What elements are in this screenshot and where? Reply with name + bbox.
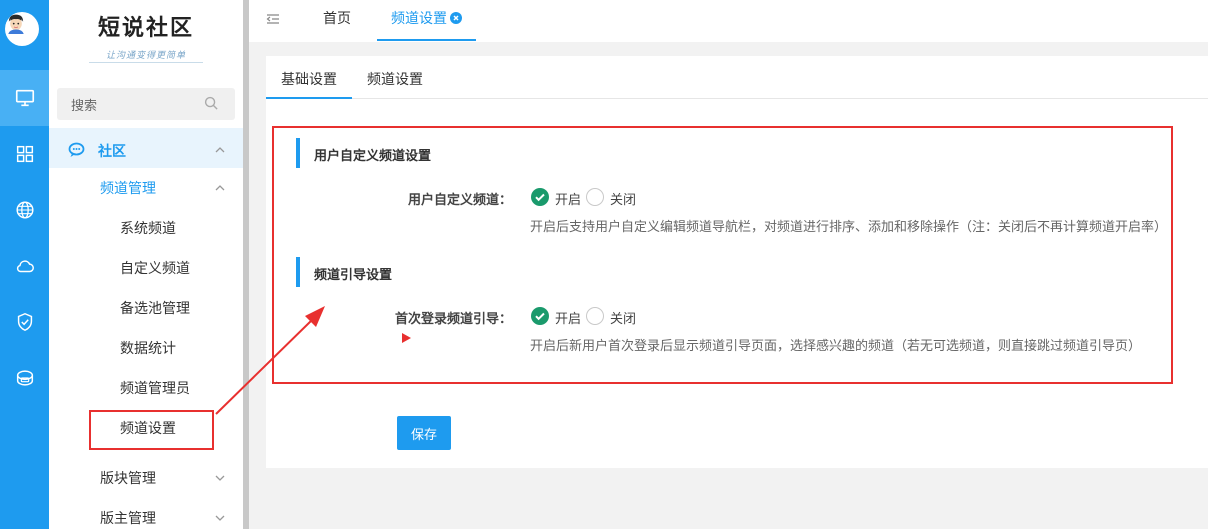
chevron-down-icon[interactable] [215, 513, 225, 523]
active-tab-indicator [377, 39, 476, 41]
sidebar-item-system-channel[interactable]: 系统频道 [120, 218, 176, 238]
field-label-custom-channel: 用户自定义频道： [407, 193, 512, 208]
check-icon [535, 312, 545, 321]
search-icon[interactable] [204, 96, 219, 111]
subtab-basic-settings[interactable]: 基础设置 [281, 69, 337, 89]
subtab-channel-settings[interactable]: 频道设置 [367, 69, 423, 89]
logo: 短说社区 让沟通变得更简单 [49, 10, 243, 63]
sidebar-scrollbar[interactable] [243, 0, 249, 529]
cloud-icon [16, 260, 34, 273]
radio-label-off: 关闭 [610, 312, 637, 327]
rail-cloud[interactable] [0, 238, 49, 294]
sidebar-item-channel-settings[interactable]: 频道设置 [120, 418, 176, 438]
database-icon [16, 370, 33, 386]
chevron-up-icon[interactable] [215, 183, 225, 193]
sidebar-item-custom-channel[interactable]: 自定义频道 [120, 258, 190, 278]
radio-custom-channel-off[interactable] [586, 188, 604, 206]
rail-shield[interactable] [0, 294, 49, 350]
chevron-up-icon[interactable] [215, 145, 225, 155]
menu-group-community[interactable]: 社区 [98, 141, 126, 161]
sidebar-item-candidate-pool[interactable]: 备选池管理 [120, 298, 190, 318]
chat-icon [68, 142, 85, 157]
avatar[interactable] [5, 12, 39, 46]
radio-guide-off[interactable] [586, 307, 604, 325]
search-input[interactable]: 搜索 [57, 88, 235, 120]
menu-board-management[interactable]: 版块管理 [100, 468, 156, 488]
globe-icon [15, 201, 34, 219]
tab-channel-settings[interactable]: 频道设置 [391, 8, 462, 28]
radio-custom-channel-on[interactable] [531, 188, 549, 206]
logo-subtitle: 让沟通变得更简单 [105, 51, 186, 61]
tab-channel-settings-label: 频道设置 [391, 11, 447, 27]
logo-underline [89, 62, 203, 63]
shield-check-icon [17, 312, 32, 332]
rail-database[interactable] [0, 350, 49, 406]
section-marker [296, 138, 300, 168]
check-icon [535, 193, 545, 202]
rail-globe[interactable] [0, 182, 49, 238]
collapse-menu-icon[interactable] [265, 11, 281, 27]
sidebar-item-statistics[interactable]: 数据统计 [120, 338, 176, 358]
chevron-down-icon[interactable] [215, 473, 225, 483]
section-title-custom-channel: 用户自定义频道设置 [314, 149, 432, 164]
sidebar: 短说社区 让沟通变得更简单 搜索 社区 频道管理 系统频道 自定义频道 备选池管… [49, 0, 243, 529]
monitor-icon [15, 89, 34, 107]
settings-card: 基础设置 频道设置 用户自定义频道设置 用户自定义频道： 开启 关闭 开启后支持… [266, 56, 1208, 468]
help-text-custom-channel: 开启后支持用户自定义编辑频道导航栏，对频道进行排序、添加和移除操作（注：关闭后不… [530, 220, 1168, 235]
radio-label-on: 开启 [555, 193, 582, 208]
tab-home[interactable]: 首页 [323, 8, 351, 28]
help-text-channel-guide: 开启后新用户首次登录后显示频道引导页面，选择感兴趣的频道（若无可选频道，则直接跳… [530, 339, 1142, 354]
save-button[interactable]: 保存 [397, 416, 451, 450]
submenu-channel-management[interactable]: 频道管理 [100, 178, 156, 198]
radio-label-on: 开启 [555, 312, 582, 327]
icon-rail [0, 0, 49, 529]
rail-grid[interactable] [0, 126, 49, 182]
menu-moderator-management[interactable]: 版主管理 [100, 508, 156, 528]
subtab-divider [266, 98, 1208, 99]
top-tab-bar: 首页 频道设置 [249, 0, 1208, 42]
sidebar-item-channel-admins[interactable]: 频道管理员 [120, 378, 190, 398]
section-marker [296, 257, 300, 287]
section-title-channel-guide: 频道引导设置 [314, 268, 393, 283]
search-placeholder: 搜索 [71, 99, 98, 114]
radio-label-off: 关闭 [610, 193, 637, 208]
logo-title: 短说社区 [97, 15, 194, 41]
close-icon[interactable] [450, 12, 462, 24]
field-label-first-login-guide: 首次登录频道引导： [394, 312, 512, 327]
grid-icon [16, 145, 33, 163]
radio-guide-on[interactable] [531, 307, 549, 325]
rail-monitor[interactable] [0, 70, 49, 126]
active-subtab-indicator [266, 97, 352, 99]
